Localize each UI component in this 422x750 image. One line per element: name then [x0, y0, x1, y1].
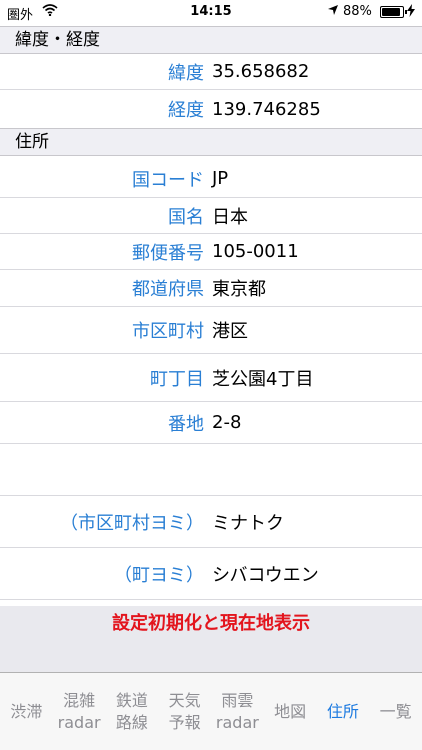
tab-railway[interactable]: 鉄道 路線	[106, 673, 159, 750]
town-label: 町丁目	[150, 368, 204, 390]
town-reading-value: シバコウエン	[212, 564, 319, 586]
town-reading-label: （町ヨミ）	[114, 564, 204, 586]
address-row-city-reading: （市区町村ヨミ） ミナトク	[0, 496, 422, 548]
tab-rain-radar[interactable]: 雨雲 radar	[211, 673, 264, 750]
battery-icon	[380, 6, 407, 18]
address-row-country-code: 国コード JP	[0, 160, 422, 198]
country-code-label: 国コード	[132, 169, 204, 191]
section-header-coordinates: 緯度・経度	[0, 26, 422, 54]
latitude-row: 緯度 35.658682	[0, 54, 422, 90]
prefecture-value: 東京都	[212, 279, 266, 300]
tab-weather[interactable]: 天気 予報	[158, 673, 211, 750]
address-row-prefecture: 都道府県 東京都	[0, 270, 422, 307]
tab-crowd-radar[interactable]: 混雑 radar	[53, 673, 106, 750]
latitude-label: 緯度	[168, 62, 204, 84]
prefecture-label: 都道府県	[132, 279, 204, 300]
status-bar: 圏外 14:15 88%	[0, 0, 422, 24]
address-row-country-name: 国名 日本	[0, 198, 422, 234]
longitude-label: 経度	[168, 100, 204, 121]
tab-bar: 渋滞 混雑 radar 鉄道 路線 天気 予報 雨雲 radar 地図 住所 一…	[0, 672, 422, 750]
country-code-value: JP	[212, 168, 229, 189]
city-label: 市区町村	[132, 321, 204, 342]
tab-congestion[interactable]: 渋滞	[0, 673, 53, 750]
tab-list[interactable]: 一覧	[369, 673, 422, 750]
tab-address[interactable]: 住所	[317, 673, 370, 750]
address-row-block-number: 番地 2-8	[0, 402, 422, 444]
longitude-value: 139.746285	[212, 98, 321, 120]
location-arrow-icon	[327, 4, 339, 20]
tab-map[interactable]: 地図	[264, 673, 317, 750]
postal-code-value: 105-0011	[212, 241, 299, 262]
address-row-town: 町丁目 芝公園4丁目	[0, 354, 422, 402]
address-row-postal-code: 郵便番号 105-0011	[0, 234, 422, 270]
section-header-address: 住所	[0, 128, 422, 156]
address-row-empty	[0, 444, 422, 496]
postal-code-label: 郵便番号	[132, 242, 204, 264]
city-reading-value: ミナトク	[212, 512, 284, 534]
country-name-value: 日本	[212, 206, 248, 228]
city-value: 港区	[212, 321, 248, 342]
block-number-label: 番地	[168, 413, 204, 435]
latitude-value: 35.658682	[212, 61, 310, 82]
city-reading-label: （市区町村ヨミ）	[60, 512, 204, 534]
reset-and-show-location-button[interactable]: 設定初期化と現在地表示	[0, 608, 422, 640]
battery-percent: 88%	[343, 4, 372, 19]
country-name-label: 国名	[168, 206, 204, 228]
town-value: 芝公園4丁目	[212, 368, 314, 390]
longitude-row: 経度 139.746285	[0, 90, 422, 128]
address-row-town-reading: （町ヨミ） シバコウエン	[0, 548, 422, 600]
address-row-city: 市区町村 港区	[0, 307, 422, 354]
block-number-value: 2-8	[212, 412, 242, 433]
charging-bolt-icon	[407, 4, 415, 20]
